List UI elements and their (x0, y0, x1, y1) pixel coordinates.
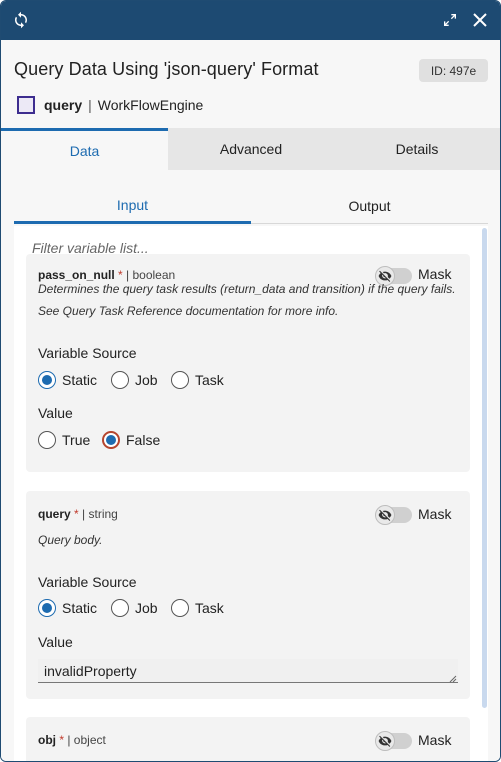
radio-label: Static (62, 372, 98, 388)
data-tab-content: Input Output pass_on_null * | boolean Ma… (1, 170, 500, 761)
variable-card-obj: obj * | object Mask (26, 717, 470, 761)
required-marker: * (59, 733, 65, 747)
mask-toggle[interactable] (375, 731, 412, 751)
dialog-title-bar (1, 1, 500, 40)
radio-circle (38, 599, 56, 617)
radio-circle (111, 371, 129, 389)
resize-handle-icon[interactable] (449, 675, 457, 683)
radio-label: Job (135, 600, 158, 616)
variable-name: query (38, 507, 71, 521)
app-name: WorkFlowEngine (97, 97, 204, 113)
close-icon[interactable] (469, 9, 491, 31)
radio-circle (171, 371, 189, 389)
refresh-icon[interactable] (10, 9, 32, 31)
radio-value-true[interactable]: True (38, 430, 90, 450)
variable-name-line: query * | string (38, 507, 118, 521)
mask-label: Mask (418, 506, 452, 522)
mask-toggle[interactable] (375, 505, 412, 525)
radio-label: Job (135, 372, 158, 388)
tab-advanced[interactable]: Advanced (168, 128, 334, 170)
query-task-dialog: Query Data Using 'json-query' Format ID:… (0, 0, 501, 762)
variable-name: obj (38, 733, 56, 747)
variable-description: Determines the query task results (retur… (38, 282, 456, 318)
task-name: query (44, 97, 83, 113)
tab-details[interactable]: Details (334, 128, 500, 170)
tab-data[interactable]: Data (1, 128, 168, 170)
task-square-icon (17, 96, 35, 114)
radio-source-static[interactable]: Static (38, 598, 97, 618)
radio-source-job[interactable]: Job (111, 598, 158, 618)
radio-source-static[interactable]: Static (38, 370, 97, 390)
io-subtabs: Input Output (14, 188, 488, 224)
radio-circle (38, 371, 56, 389)
id-badge: ID: 497e (419, 59, 488, 82)
radio-source-job[interactable]: Job (111, 370, 158, 390)
eye-slash-icon (375, 731, 395, 751)
panel-scrollbar[interactable] (482, 228, 487, 708)
radio-source-task[interactable]: Task (171, 370, 224, 390)
radio-circle (38, 431, 56, 449)
subtitle-separator: | (88, 97, 92, 113)
mask-label: Mask (418, 732, 452, 748)
radio-circle (102, 431, 120, 449)
variable-list-panel: pass_on_null * | boolean Mask Determines… (14, 226, 488, 761)
radio-value-false[interactable]: False (102, 430, 160, 450)
task-subtitle: query | WorkFlowEngine (44, 97, 203, 113)
main-tabs: Data Advanced Details (1, 128, 500, 170)
radio-circle (111, 599, 129, 617)
value-label: Value (38, 634, 73, 650)
radio-label: Task (195, 600, 224, 616)
variable-card-query: query * | string Mask Query body. Variab… (26, 491, 470, 699)
expand-icon[interactable] (439, 9, 461, 31)
subtab-input[interactable]: Input (14, 188, 251, 224)
page-title: Query Data Using 'json-query' Format (14, 59, 319, 79)
radio-circle (171, 599, 189, 617)
dialog-header: Query Data Using 'json-query' Format ID:… (1, 40, 500, 128)
radio-label: False (126, 432, 161, 448)
variable-source-label: Variable Source (38, 574, 137, 590)
radio-source-task[interactable]: Task (171, 598, 224, 618)
variable-type: | object (67, 733, 106, 747)
eye-slash-icon (375, 505, 395, 525)
radio-label: True (62, 432, 91, 448)
value-label: Value (38, 405, 73, 421)
radio-label: Task (195, 372, 224, 388)
variable-type: | string (82, 507, 118, 521)
radio-label: Static (62, 600, 98, 616)
required-marker: * (74, 507, 79, 521)
query-value-field[interactable]: invalidProperty (38, 659, 458, 683)
variable-name-line: obj * | object (38, 733, 106, 747)
variable-description: Query body. (38, 533, 103, 547)
variable-source-label: Variable Source (38, 345, 137, 361)
subtab-output[interactable]: Output (251, 188, 488, 224)
variable-card-pass-on-null: pass_on_null * | boolean Mask Determines… (26, 254, 470, 472)
